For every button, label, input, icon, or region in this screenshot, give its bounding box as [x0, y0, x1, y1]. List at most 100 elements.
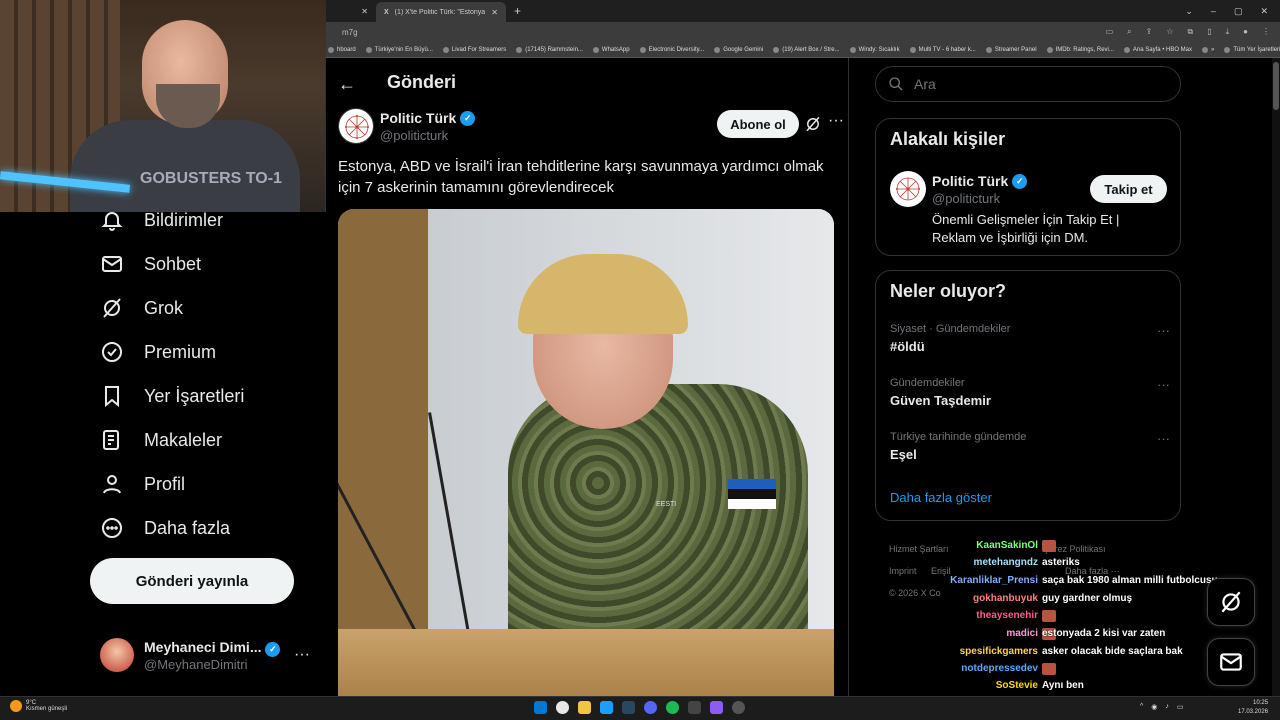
app-icon[interactable] [710, 701, 723, 714]
related-avatar[interactable] [890, 171, 926, 207]
new-tab-button[interactable]: + [506, 1, 529, 21]
chevron-down-icon[interactable]: ⌄ [1185, 6, 1193, 17]
minimize-icon[interactable]: – [1211, 6, 1216, 17]
person-icon [103, 475, 121, 494]
bookmark-item[interactable]: Google Gemini [714, 46, 763, 53]
chevron-up-icon[interactable]: ^ [1140, 703, 1143, 711]
more-icon[interactable]: ··· [1157, 431, 1170, 446]
bookmark-item[interactable]: Windy: Sıcaklık [849, 46, 900, 53]
grok-floating-button[interactable] [1207, 578, 1255, 626]
back-arrow-icon[interactable]: ← [338, 74, 356, 95]
network-logo-icon [345, 115, 369, 139]
author-name[interactable]: Politic Türk ✓ [380, 110, 476, 126]
sidebar-icon[interactable]: ▯ [1207, 27, 1211, 37]
subscribe-button[interactable]: Abone ol [717, 110, 799, 138]
grok-icon[interactable] [804, 115, 822, 133]
bookmark-item[interactable]: Streamer Panel [985, 46, 1037, 53]
battery-icon[interactable]: ▭ [1177, 703, 1184, 711]
bookmark-item[interactable]: » [1202, 46, 1214, 53]
bookmark-item[interactable]: Electronic Diversity... [639, 46, 704, 53]
estonia-flag-patch [728, 479, 776, 509]
weather-widget[interactable]: 9°C Kısmen güneşli [10, 700, 67, 712]
bookmark-item[interactable]: WhatsApp [592, 46, 630, 53]
bookmark-item[interactable]: Ana Sayfa • HBO Max [1123, 46, 1192, 53]
bookmark-item[interactable]: hboard [328, 46, 356, 53]
star-icon[interactable]: ☆ [1166, 27, 1173, 37]
bookmark-item[interactable]: Tüm Yer İşaretleri [1224, 46, 1280, 53]
spotify-icon[interactable] [666, 701, 679, 714]
more-icon[interactable]: ··· [1157, 323, 1170, 338]
url-text[interactable]: m7g [342, 28, 358, 37]
chat-username: spesifickgamers [959, 646, 1038, 657]
account-switcher[interactable]: Meyhaneci Dimi... ✓ @MeyhaneDimitri ··· [100, 632, 310, 678]
browser-tab-active[interactable]: X (1) X'te Politic Türk: "Estonya, A... … [376, 2, 506, 22]
app-icon[interactable] [732, 701, 745, 714]
bookmark-item[interactable]: Türkiye'nin En Büyü... [365, 46, 433, 53]
show-more-link[interactable]: Daha fazla göster [890, 490, 992, 505]
trend-context: Siyaset · Gündemdekiler [890, 323, 1011, 335]
bookmark-item[interactable]: IMDb: Ratings, Revi... [1046, 46, 1114, 53]
search-input[interactable]: Ara [875, 66, 1181, 102]
nav-item-more[interactable]: Daha fazla [100, 516, 230, 540]
screen-icon[interactable]: ▭ [1106, 27, 1114, 37]
author-avatar[interactable] [338, 108, 374, 144]
bookmark-item[interactable]: Multi TV - 6 haber k... [909, 46, 976, 53]
bookmark-favicon-icon [442, 46, 449, 53]
related-name[interactable]: Politic Türk ✓ [932, 173, 1028, 189]
close-window-icon[interactable]: ✕ [1260, 6, 1268, 17]
address-bar[interactable]: m7g ▭ ⌕ ⇪ ☆ ⧉ ▯ ⤓ ● ⋮ [326, 22, 1280, 42]
windows-start-icon[interactable] [534, 701, 547, 714]
bookmark-item[interactable]: Livad For Streamers [442, 46, 506, 53]
webcam-shirt-text: GOBUSTERS TO-1 [140, 170, 282, 187]
close-tab-icon[interactable]: ✕ [491, 8, 498, 17]
nav-item-chat[interactable]: Sohbet [100, 252, 201, 276]
profile-icon[interactable]: ● [1243, 27, 1248, 37]
nav-item-bookmarks[interactable]: Yer İşaretleri [100, 384, 244, 408]
bookmark-favicon-icon [365, 46, 372, 53]
post-button[interactable]: Gönderi yayınla [90, 558, 294, 604]
extensions-icon[interactable]: ⧉ [1187, 27, 1193, 37]
webcam-overlay: GOBUSTERS TO-1 [0, 0, 326, 212]
volume-icon[interactable]: ♪ [1165, 703, 1169, 711]
bookmark-item[interactable]: (17145) Rammstein... [516, 46, 583, 53]
trend-item[interactable]: Siyaset · Gündemdekiler #öldü ··· [890, 323, 1170, 354]
author-handle[interactable]: @politicturk [380, 128, 448, 143]
network-icon[interactable]: ◉ [1151, 703, 1157, 711]
close-tab-icon[interactable]: ✕ [361, 7, 368, 16]
scrollbar-thumb[interactable] [1273, 62, 1279, 110]
more-icon[interactable]: ··· [294, 646, 310, 664]
trend-item[interactable]: Türkiye tarihinde gündemde Eşel ··· [890, 431, 1170, 462]
more-icon[interactable]: ··· [1157, 377, 1170, 392]
steam-icon[interactable] [622, 701, 635, 714]
messages-floating-button[interactable] [1207, 638, 1255, 686]
scrollbar-track[interactable] [1272, 58, 1280, 696]
more-icon[interactable]: ··· [828, 112, 844, 130]
app-icon[interactable] [688, 701, 701, 714]
menu-icon[interactable]: ⋮ [1262, 27, 1270, 37]
taskbar-apps [534, 701, 745, 714]
post-text: Estonya, ABD ve İsrail'i İran tehditleri… [338, 158, 824, 196]
bookmark-item[interactable]: (19) Alert Box / Stre... [773, 46, 840, 53]
clock[interactable]: 10:25 17.03.2026 [1238, 699, 1268, 717]
nav-item-premium[interactable]: Premium [100, 340, 216, 364]
bookmark-favicon-icon [849, 46, 856, 53]
maximize-icon[interactable]: ▢ [1234, 6, 1243, 17]
nav-item-profile[interactable]: Profil [100, 472, 185, 496]
folder-icon[interactable] [578, 701, 591, 714]
related-handle[interactable]: @politicturk [932, 191, 1000, 206]
discord-icon[interactable] [644, 701, 657, 714]
browser-tab[interactable]: ✕ [326, 1, 376, 21]
nav-item-articles[interactable]: Makaleler [100, 428, 222, 452]
download-icon[interactable]: ⤓ [1226, 27, 1230, 37]
trend-item[interactable]: Gündemdekiler Güven Taşdemir ··· [890, 377, 1170, 408]
bookmark-label: Windy: Sıcaklık [858, 46, 900, 53]
nav-item-notifications[interactable]: Bildirimler [100, 208, 223, 232]
mail-icon [1220, 653, 1242, 671]
chrome-icon[interactable] [556, 701, 569, 714]
share-icon[interactable]: ⇪ [1146, 27, 1153, 37]
post-image[interactable]: EESTI [338, 209, 834, 696]
app-icon[interactable] [600, 701, 613, 714]
nav-item-grok[interactable]: Grok [100, 296, 183, 320]
zoom-icon[interactable]: ⌕ [1127, 27, 1131, 37]
follow-button[interactable]: Takip et [1090, 175, 1167, 203]
